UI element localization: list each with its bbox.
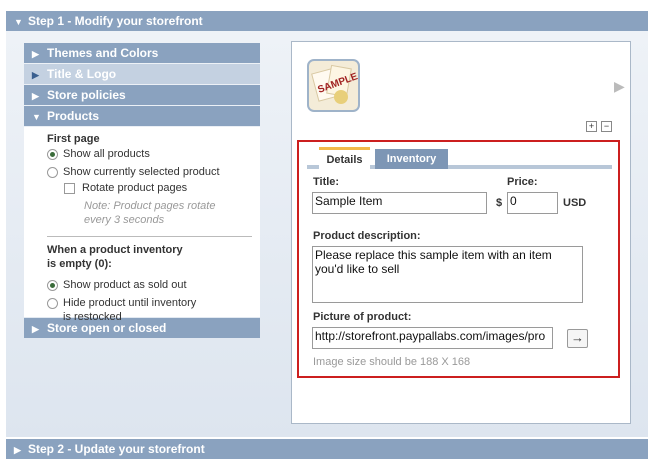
- expand-triangle-icon: ▶: [32, 324, 39, 334]
- product-editor: Details Inventory Title: Sample Item Pri…: [297, 140, 620, 378]
- section-store-open-closed[interactable]: ▶ Store open or closed: [24, 318, 260, 338]
- radio-label: Show all products: [63, 148, 150, 160]
- section-label: Products: [47, 109, 100, 123]
- products-settings: First page Show all products Show curren…: [24, 127, 260, 323]
- expand-triangle-icon: ▶: [32, 91, 39, 101]
- title-input[interactable]: Sample Item: [312, 192, 487, 214]
- load-picture-button[interactable]: →: [567, 329, 588, 348]
- radio-show-selected[interactable]: Show currently selected product: [47, 166, 220, 178]
- expand-triangle-icon: ▶: [32, 49, 39, 59]
- section-themes[interactable]: ▶ Themes and Colors: [24, 43, 260, 63]
- inventory-empty-label-line1: When a product inventory: [47, 244, 183, 256]
- section-label: Store policies: [47, 88, 126, 102]
- radio-label: Hide product until inventory: [63, 297, 197, 309]
- checkbox-icon: [64, 182, 75, 194]
- radio-hide-product[interactable]: Hide product until inventory: [47, 297, 196, 309]
- hide-label-line2: is restocked: [63, 311, 122, 323]
- step1-label: Step 1 - Modify your storefront: [28, 14, 203, 28]
- step2-label: Step 2 - Update your storefront: [28, 442, 205, 456]
- product-thumbnail[interactable]: SAMPLE: [307, 59, 360, 112]
- radio-selected-icon: [47, 148, 58, 160]
- section-title-logo[interactable]: ▶ Title & Logo: [24, 64, 260, 84]
- title-label: Title:: [313, 176, 340, 188]
- first-page-label: First page: [47, 133, 100, 145]
- radio-label: Show currently selected product: [63, 166, 220, 178]
- tab-inventory[interactable]: Inventory: [375, 149, 448, 169]
- settings-accordion: ▶ Themes and Colors ▶ Title & Logo ▶ Store …: [24, 43, 260, 339]
- rotate-checkbox[interactable]: Rotate product pages: [64, 182, 187, 194]
- radio-icon: [47, 297, 58, 309]
- section-label: Store open or closed: [47, 321, 167, 335]
- price-label: Price:: [507, 176, 538, 188]
- section-label: Themes and Colors: [47, 46, 159, 60]
- image-size-hint: Image size should be 188 X 168: [313, 356, 471, 368]
- price-input[interactable]: 0: [507, 192, 558, 214]
- currency-symbol: $: [496, 197, 503, 209]
- description-line1: Please replace this sample item with an …: [315, 248, 552, 262]
- picture-label: Picture of product:: [313, 311, 412, 323]
- remove-product-button[interactable]: −: [601, 121, 612, 132]
- section-products[interactable]: ▼ Products: [24, 106, 260, 126]
- expand-triangle-icon: ▶: [14, 445, 21, 455]
- collapse-triangle-icon: ▼: [32, 112, 41, 122]
- rotate-note-line1: Note: Product pages rotate: [84, 200, 216, 212]
- picture-url-input[interactable]: http://storefront.paypallabs.com/images/…: [312, 327, 553, 349]
- radio-icon: [47, 166, 58, 178]
- radio-label: Show product as sold out: [63, 279, 187, 291]
- add-product-button[interactable]: +: [586, 121, 597, 132]
- divider: [47, 236, 252, 237]
- description-textarea[interactable]: Please replace this sample item with an …: [312, 246, 583, 303]
- description-line2: you'd like to sell: [315, 262, 400, 276]
- inventory-empty-label-line2: is empty (0):: [47, 258, 112, 270]
- description-label: Product description:: [313, 230, 421, 242]
- radio-sold-out[interactable]: Show product as sold out: [47, 279, 187, 291]
- radio-selected-icon: [47, 279, 58, 291]
- next-arrow-icon[interactable]: ▶: [614, 78, 625, 95]
- section-store-policies[interactable]: ▶ Store policies: [24, 85, 260, 105]
- collapse-triangle-icon: ▼: [14, 17, 23, 27]
- rotate-note-line2: every 3 seconds: [84, 214, 165, 226]
- radio-show-all[interactable]: Show all products: [47, 148, 150, 160]
- checkbox-label: Rotate product pages: [82, 182, 188, 194]
- step2-header[interactable]: ▶ Step 2 - Update your storefront: [6, 439, 648, 459]
- step1-header[interactable]: ▼ Step 1 - Modify your storefront: [6, 11, 648, 31]
- expand-triangle-icon: ▶: [32, 70, 39, 80]
- currency-code: USD: [563, 197, 587, 209]
- section-label: Title & Logo: [47, 67, 117, 81]
- tab-details[interactable]: Details: [319, 147, 370, 169]
